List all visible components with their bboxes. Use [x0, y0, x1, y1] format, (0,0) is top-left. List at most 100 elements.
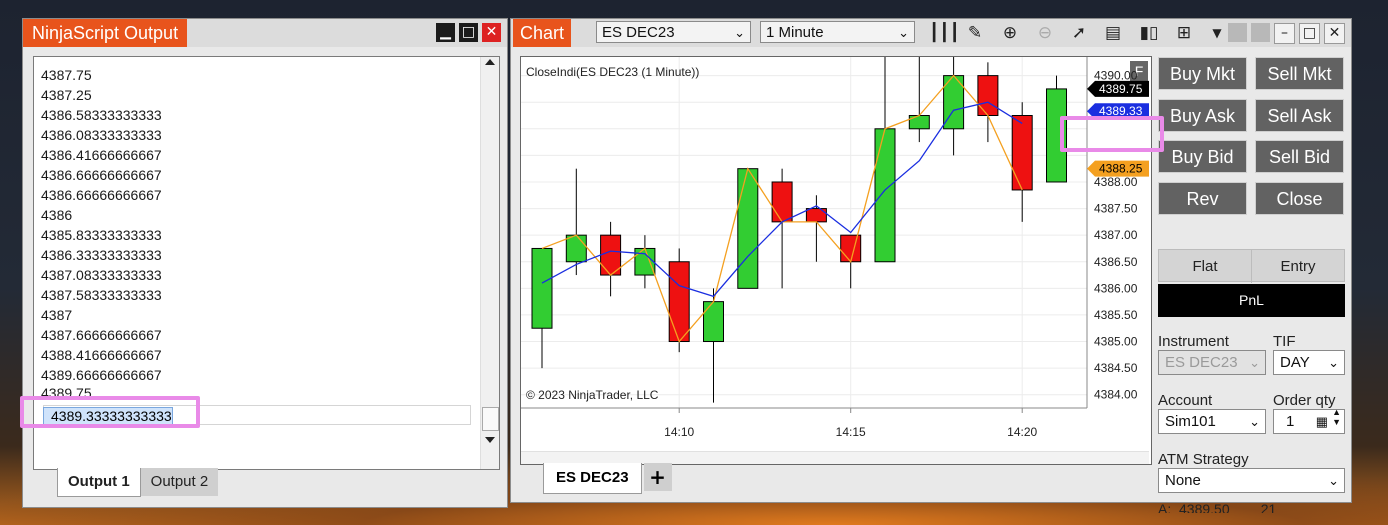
output-vertical-scrollbar[interactable] [480, 57, 499, 469]
tif-label: TIF [1273, 333, 1296, 350]
candle-body[interactable] [668, 261, 690, 343]
output-window-title: NinjaScript Output [23, 19, 188, 47]
order-qty-value: 1 [1286, 413, 1295, 430]
y-tick-label: 4388.00 [1094, 175, 1138, 189]
reverse-button[interactable]: Rev [1158, 182, 1247, 215]
y-tick-label: 4386.00 [1094, 281, 1138, 295]
minimize-button[interactable]: – [1274, 23, 1295, 44]
x-tick-label: 14:15 [836, 425, 866, 439]
quote-footer: A: 4389.50 21 [1158, 501, 1277, 513]
candle-body[interactable] [874, 128, 896, 263]
close-position-button[interactable]: Close [1255, 182, 1344, 215]
atm-strategy-label: ATM Strategy [1158, 451, 1249, 468]
chevron-down-icon: ⌄ [734, 25, 745, 40]
pencil-draw-icon[interactable]: ✎ [963, 21, 987, 45]
cursor-icon[interactable]: ➚ [1067, 21, 1091, 45]
candle-body[interactable] [737, 168, 759, 289]
output-line: 4387.66666666667 [41, 327, 162, 343]
output-lines: 4387.75 4387.25 4386.58333333333 4386.08… [34, 57, 499, 397]
dropdown-icon[interactable]: ▼ [1205, 21, 1229, 45]
output-line: 4386.41666666667 [41, 147, 162, 163]
chevron-down-icon: ⌄ [1328, 473, 1339, 488]
maximize-button[interactable]: □ [459, 23, 478, 42]
atm-strategy-value: None [1165, 472, 1201, 489]
instrument-selector[interactable]: ES DEC23 ⌄ [596, 21, 751, 43]
price-marker-label: 4389.75 [1099, 82, 1143, 96]
chart-window: Chart ES DEC23 ⌄ 1 Minute ⌄ ┃┃┃ ✎ ⊕ ⊖ ➚ … [510, 18, 1352, 513]
order-qty-stepper[interactable]: 1 ▦ ▲ ▼ [1273, 407, 1345, 434]
position-status-row: Flat Entry [1158, 249, 1345, 283]
pnl-display: PnL [1158, 284, 1345, 317]
add-tab-button[interactable]: + [643, 463, 672, 491]
zoom-out-icon[interactable]: ⊖ [1033, 21, 1057, 45]
instrument-field: ES DEC23 ⌄ [1158, 350, 1266, 375]
candle-body[interactable] [908, 115, 930, 130]
atm-strategy-select[interactable]: None ⌄ [1158, 468, 1345, 493]
instrument-label: Instrument [1158, 333, 1229, 350]
scroll-down-icon[interactable] [485, 437, 495, 443]
price-chart[interactable]: CloseIndi(ES DEC23 (1 Minute)) © 2023 Ni… [521, 57, 1149, 451]
candle-body[interactable] [977, 75, 999, 116]
y-tick-label: 4387.50 [1094, 202, 1138, 216]
position-flat-label: Flat [1192, 258, 1218, 275]
buy-market-button[interactable]: Buy Mkt [1158, 57, 1247, 90]
tab-output-1[interactable]: Output 1 [57, 468, 141, 497]
chevron-down-icon: ⌄ [1249, 355, 1260, 370]
data-box-icon[interactable]: ▤ [1101, 21, 1125, 45]
tif-select[interactable]: DAY ⌄ [1273, 350, 1345, 375]
layout-button-2[interactable] [1251, 23, 1270, 42]
price-marker-label: 4388.25 [1099, 162, 1143, 176]
output-line: 4387.75 [41, 67, 92, 83]
maximize-button[interactable]: □ [1299, 23, 1320, 44]
candle-body[interactable] [771, 181, 793, 223]
candle-body[interactable] [565, 234, 587, 263]
output-titlebar[interactable]: NinjaScript Output ▁ □ ✕ [23, 19, 507, 47]
y-tick-label: 4386.50 [1094, 255, 1138, 269]
output-line: 4386 [41, 207, 73, 223]
close-icon: ✕ [485, 24, 498, 40]
chart-panel[interactable]: CloseIndi(ES DEC23 (1 Minute)) © 2023 Ni… [520, 56, 1152, 465]
chevron-down-icon: ⌄ [1328, 355, 1339, 370]
close-icon: ✕ [1328, 25, 1341, 41]
layout-button[interactable] [1228, 23, 1247, 42]
output-line: 4386.66666666667 [41, 187, 162, 203]
candle-body[interactable] [634, 247, 656, 276]
output-window-controls: ▁ □ ✕ [436, 23, 501, 42]
minimize-icon: – [1281, 25, 1288, 41]
minimize-icon: ▁ [440, 24, 451, 40]
candle-body[interactable] [840, 234, 862, 263]
maximize-icon: □ [1302, 25, 1317, 41]
bar-type-icon[interactable]: ┃┃┃ [929, 21, 960, 45]
close-button[interactable]: ✕ [482, 23, 501, 42]
candle-body[interactable] [703, 301, 724, 343]
candle-body[interactable] [531, 247, 553, 329]
chart-window-title: Chart [513, 19, 572, 47]
interval-selector-value: 1 Minute [766, 24, 824, 41]
buy-bid-button[interactable]: Buy Bid [1158, 140, 1247, 173]
output-line: 4387.25 [41, 87, 92, 103]
stepper-arrows-icon[interactable]: ▲ ▼ [1332, 407, 1341, 427]
zoom-in-icon[interactable]: ⊕ [998, 21, 1022, 45]
minimize-button[interactable]: ▁ [436, 23, 455, 42]
close-button[interactable]: ✕ [1324, 23, 1345, 44]
output-line: 4387.08333333333 [41, 267, 162, 283]
buy-ask-button[interactable]: Buy Ask [1158, 99, 1247, 132]
properties-icon[interactable]: ▮▯ [1137, 21, 1161, 45]
calculator-icon[interactable]: ▦ [1316, 410, 1328, 433]
account-label: Account [1158, 392, 1213, 409]
strategy-icon[interactable]: ⊞ [1172, 21, 1196, 45]
sell-ask-button[interactable]: Sell Ask [1255, 99, 1344, 132]
candle-body[interactable] [1011, 115, 1033, 191]
chart-titlebar[interactable]: Chart ES DEC23 ⌄ 1 Minute ⌄ ┃┃┃ ✎ ⊕ ⊖ ➚ … [511, 19, 1351, 47]
scroll-thumb[interactable] [482, 407, 499, 431]
output-line: 4388.41666666667 [41, 347, 162, 363]
tab-es-dec23[interactable]: ES DEC23 [543, 463, 642, 494]
sell-market-button[interactable]: Sell Mkt [1255, 57, 1344, 90]
sell-bid-button[interactable]: Sell Bid [1255, 140, 1344, 173]
x-tick-label: 14:20 [1007, 425, 1037, 439]
tab-output-2[interactable]: Output 2 [140, 468, 219, 496]
account-select[interactable]: Sim101 ⌄ [1158, 409, 1266, 434]
scroll-up-icon[interactable] [485, 59, 495, 65]
maximize-icon: □ [461, 24, 476, 40]
interval-selector[interactable]: 1 Minute ⌄ [760, 21, 915, 43]
